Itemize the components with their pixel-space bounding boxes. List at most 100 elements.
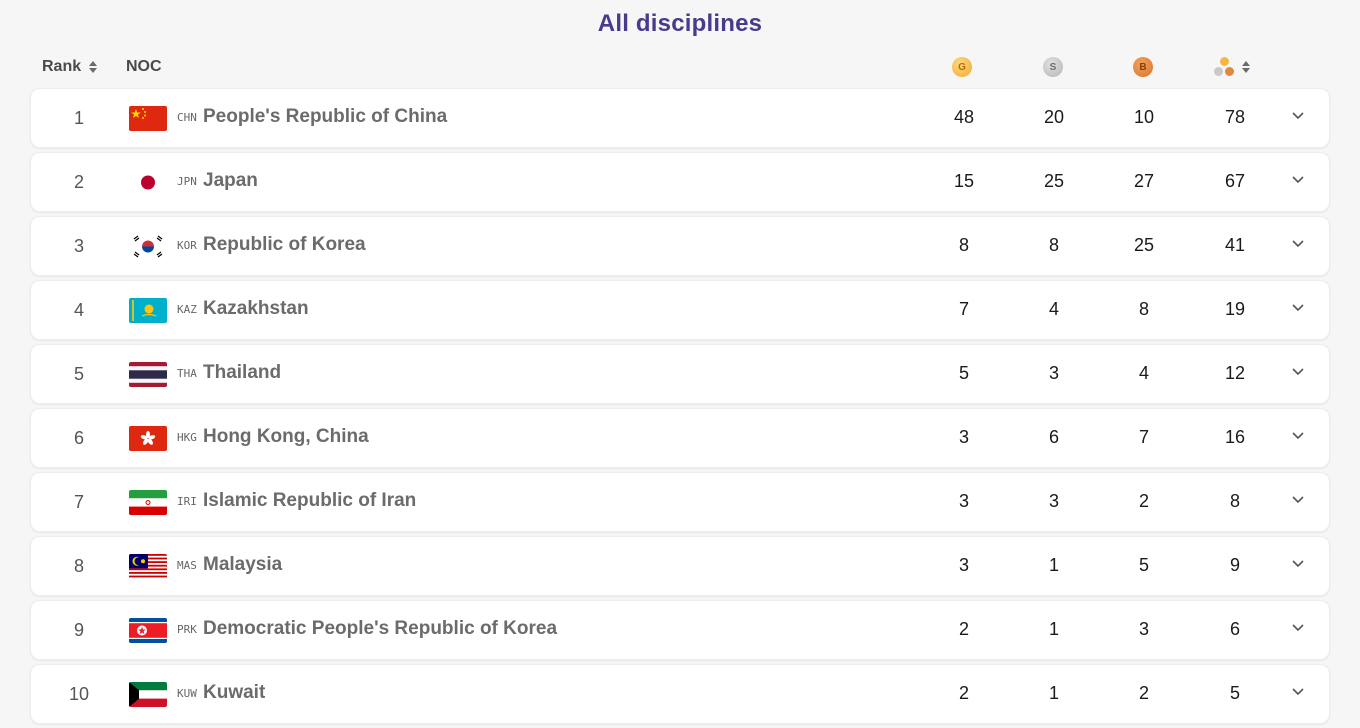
- bronze-medal-icon: B: [1133, 57, 1153, 77]
- gold-count: 3: [958, 491, 969, 511]
- noc-code: JPN: [177, 175, 197, 188]
- rank-value: 6: [73, 428, 84, 448]
- total-count: 6: [1229, 619, 1240, 639]
- silver-count: 3: [1048, 491, 1059, 511]
- rank-value: 3: [73, 236, 84, 256]
- table-row[interactable]: 10 KUW Kuwait 2 1 2 5: [30, 664, 1330, 724]
- expand-chevron-icon[interactable]: [1291, 557, 1305, 571]
- table-header: Rank NOC G S B: [30, 50, 1330, 84]
- rank-sort-header[interactable]: Rank: [42, 58, 98, 76]
- expand-chevron-icon[interactable]: [1291, 493, 1305, 507]
- gold-medal-icon: G: [952, 57, 972, 77]
- expand-chevron-icon[interactable]: [1291, 621, 1305, 635]
- korea-flag-icon: [129, 234, 167, 259]
- silver-count: 6: [1048, 427, 1059, 447]
- expand-chevron-icon[interactable]: [1291, 173, 1305, 187]
- country-name: Thailand: [203, 362, 282, 383]
- gold-count: 8: [958, 235, 969, 255]
- kazakhstan-flag-icon: [129, 298, 167, 323]
- noc-code: KOR: [177, 239, 197, 252]
- gold-count: 3: [958, 427, 969, 447]
- noc-header-label: NOC: [126, 58, 162, 75]
- noc-code: KUW: [177, 687, 197, 700]
- rank-value: 8: [73, 556, 84, 576]
- bronze-count: 7: [1138, 427, 1149, 447]
- total-count: 16: [1224, 427, 1246, 447]
- malaysia-flag-icon: [129, 554, 167, 579]
- total-medals-icon: [1214, 56, 1236, 78]
- rank-value: 9: [73, 620, 84, 640]
- bronze-count: 5: [1138, 555, 1149, 575]
- gold-count: 7: [958, 299, 969, 319]
- table-row[interactable]: 2 JPN Japan 15 25 27 67: [30, 152, 1330, 212]
- silver-count: 8: [1048, 235, 1059, 255]
- rank-value: 5: [73, 364, 84, 384]
- bronze-count: 2: [1138, 683, 1149, 703]
- dpr-korea-flag-icon: [129, 618, 167, 643]
- bronze-count: 10: [1133, 107, 1155, 127]
- table-row[interactable]: 1 CHN People's Republic of China 48 20 1…: [30, 88, 1330, 148]
- country-name: Japan: [203, 170, 258, 191]
- gold-count: 2: [958, 619, 969, 639]
- gold-count: 48: [953, 107, 975, 127]
- china-flag-icon: [129, 106, 167, 131]
- expand-chevron-icon[interactable]: [1291, 237, 1305, 251]
- table-row[interactable]: 9 PRK Democratic People's Republic of Ko…: [30, 600, 1330, 660]
- silver-count: 1: [1048, 555, 1059, 575]
- bronze-count: 27: [1133, 171, 1155, 191]
- bronze-count: 2: [1138, 491, 1149, 511]
- country-name: Kuwait: [203, 682, 266, 703]
- table-row[interactable]: 4 KAZ Kazakhstan 7 4 8 19: [30, 280, 1330, 340]
- country-name: People's Republic of China: [203, 106, 448, 127]
- rank-value: 10: [68, 684, 90, 704]
- expand-chevron-icon[interactable]: [1291, 365, 1305, 379]
- noc-code: MAS: [177, 559, 197, 572]
- total-count: 9: [1229, 555, 1240, 575]
- table-row[interactable]: 7 IRI Islamic Republic of Iran 3 3 2 8: [30, 472, 1330, 532]
- gold-count: 3: [958, 555, 969, 575]
- silver-count: 20: [1043, 107, 1065, 127]
- noc-code: CHN: [177, 111, 197, 124]
- expand-chevron-icon[interactable]: [1291, 429, 1305, 443]
- table-row[interactable]: 6 HKG Hong Kong, China 3 6 7 16: [30, 408, 1330, 468]
- country-name: Malaysia: [203, 554, 283, 575]
- total-sort-header[interactable]: [1214, 55, 1256, 79]
- japan-flag-icon: [129, 170, 167, 195]
- silver-count: 25: [1043, 171, 1065, 191]
- sort-icon: [89, 61, 98, 73]
- expand-chevron-icon[interactable]: [1291, 109, 1305, 123]
- rank-value: 1: [73, 108, 84, 128]
- country-name: Hong Kong, China: [203, 426, 369, 447]
- total-count: 41: [1224, 235, 1246, 255]
- table-row[interactable]: 3 KOR Republic of Korea 8 8 25 41: [30, 216, 1330, 276]
- noc-code: KAZ: [177, 303, 197, 316]
- silver-count: 3: [1048, 363, 1059, 383]
- gold-count: 2: [958, 683, 969, 703]
- silver-count: 1: [1048, 683, 1059, 703]
- sort-icon: [1242, 61, 1250, 73]
- table-row[interactable]: 8 MAS Malaysia 3 1 5 9: [30, 536, 1330, 596]
- rank-value: 7: [73, 492, 84, 512]
- kuwait-flag-icon: [129, 682, 167, 707]
- silver-count: 1: [1048, 619, 1059, 639]
- table-row[interactable]: 5 THA Thailand 5 3 4 12: [30, 344, 1330, 404]
- silver-count: 4: [1048, 299, 1059, 319]
- expand-chevron-icon[interactable]: [1291, 685, 1305, 699]
- silver-medal-icon: S: [1043, 57, 1063, 77]
- country-name: Kazakhstan: [203, 298, 309, 319]
- total-count: 12: [1224, 363, 1246, 383]
- medal-table: 1 CHN People's Republic of China 48 20 1…: [30, 88, 1330, 728]
- gold-count: 15: [953, 171, 975, 191]
- noc-code: HKG: [177, 431, 197, 444]
- total-count: 78: [1224, 107, 1246, 127]
- expand-chevron-icon[interactable]: [1291, 301, 1305, 315]
- hong-kong-flag-icon: [129, 426, 167, 451]
- gold-count: 5: [958, 363, 969, 383]
- bronze-count: 8: [1138, 299, 1149, 319]
- total-count: 19: [1224, 299, 1246, 319]
- noc-code: IRI: [177, 495, 197, 508]
- rank-value: 2: [73, 172, 84, 192]
- rank-value: 4: [73, 300, 84, 320]
- country-name: Democratic People's Republic of Korea: [203, 618, 558, 639]
- bronze-count: 4: [1138, 363, 1149, 383]
